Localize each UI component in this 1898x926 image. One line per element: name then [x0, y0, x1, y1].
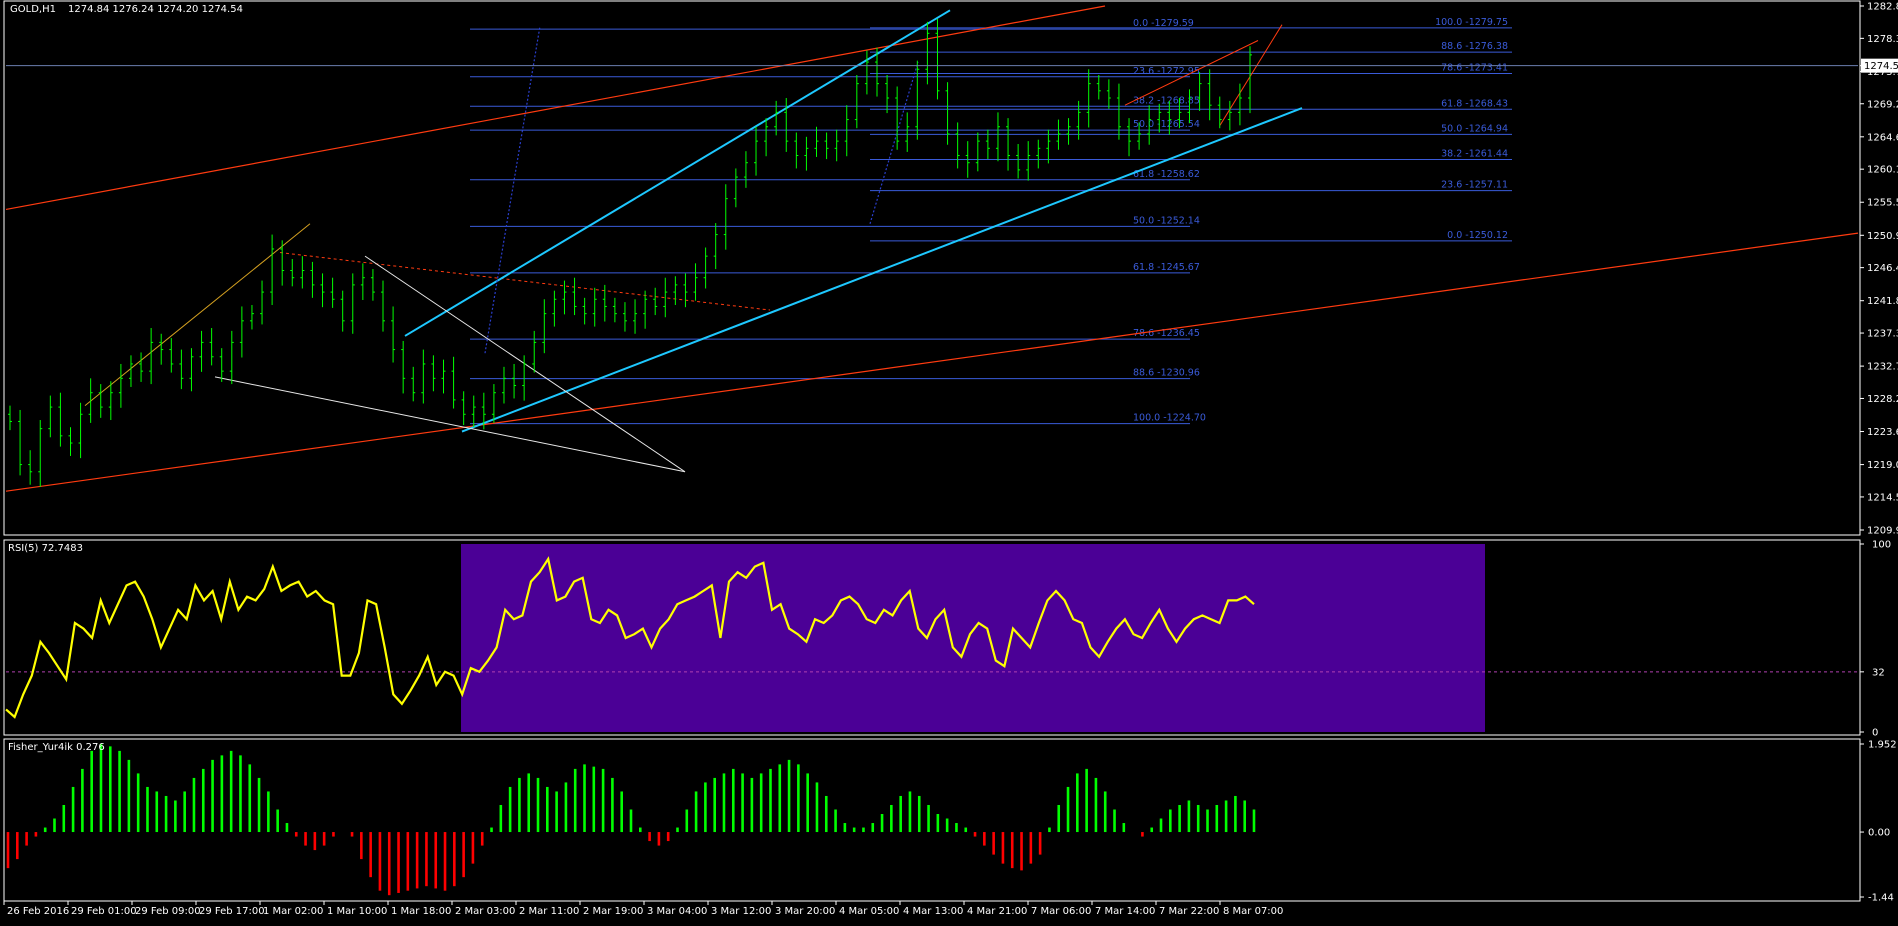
fib-level-label: 50.0 -1264.94 — [1441, 123, 1508, 134]
fib-level-label: 100.0 -1279.75 — [1435, 17, 1508, 28]
time-tick-label: 2 Mar 19:00 — [583, 906, 643, 917]
time-tick-label: 7 Mar 22:00 — [1159, 906, 1219, 917]
time-tick-label: 26 Feb 2016 — [7, 906, 69, 917]
fib-level-label: 61.8 -1258.62 — [1133, 169, 1200, 180]
price-tick-label: 1278.3 — [1867, 34, 1898, 45]
rsi-tick-label: 0 — [1872, 728, 1878, 739]
time-tick-label: 29 Feb 09:00 — [135, 906, 201, 917]
price-tick-label: 1264.6 — [1867, 132, 1898, 143]
fisher-title: Fisher_Yur4ik 0.276 — [8, 742, 105, 753]
price-tick-label: 1219.0 — [1867, 460, 1898, 471]
symbol-label: GOLD,H1 — [10, 4, 56, 15]
time-tick-label: 7 Mar 14:00 — [1095, 906, 1155, 917]
price-tick-label: 1223.6 — [1867, 427, 1898, 438]
time-tick-label: 4 Mar 13:00 — [903, 906, 963, 917]
time-tick-label: 3 Mar 20:00 — [775, 906, 835, 917]
price-tick-label: 1237.3 — [1867, 329, 1898, 340]
time-tick-label: 1 Mar 18:00 — [391, 906, 451, 917]
rsi-tick-label: 32 — [1872, 667, 1885, 678]
fisher-tick-label: 0.00 — [1868, 828, 1890, 839]
rsi-highlight-zone — [461, 544, 1485, 732]
current-price-label: 1274.5 — [1864, 61, 1898, 72]
price-tick-label: 1228.2 — [1867, 394, 1898, 405]
fisher-tick-label: -1.44 — [1868, 893, 1894, 904]
time-tick-label: 3 Mar 04:00 — [647, 906, 707, 917]
fib-level-label: 61.8 -1245.67 — [1133, 262, 1200, 273]
fib-level-label: 38.2 -1261.44 — [1441, 149, 1508, 160]
rsi-tick-label: 100 — [1872, 540, 1891, 551]
rsi-title: RSI(5) 72.7483 — [8, 543, 83, 554]
price-tick-label: 1255.5 — [1867, 198, 1898, 209]
price-tick-label: 1260.1 — [1867, 165, 1898, 176]
price-tick-label: 1250.9 — [1867, 231, 1898, 242]
fib-level-label: 0.0 -1279.59 — [1133, 18, 1194, 29]
price-tick-label: 1209.9 — [1867, 526, 1898, 537]
price-tick-label: 1269.2 — [1867, 99, 1898, 110]
price-tick-label: 1282.8 — [1867, 2, 1898, 13]
price-tick-label: 1214.5 — [1867, 492, 1898, 503]
fib-level-label: 88.6 -1230.96 — [1133, 368, 1200, 379]
ohlc-readout: 1274.84 1276.24 1274.20 1274.54 — [68, 4, 243, 15]
fib-level-label: 23.6 -1257.11 — [1441, 180, 1508, 191]
time-tick-label: 2 Mar 11:00 — [519, 906, 579, 917]
time-tick-label: 2 Mar 03:00 — [455, 906, 515, 917]
time-tick-label: 7 Mar 06:00 — [1031, 906, 1091, 917]
price-tick-label: 1232.7 — [1867, 362, 1898, 373]
fib-level-label: 78.6 -1273.41 — [1441, 62, 1508, 73]
time-tick-label: 29 Feb 01:00 — [71, 906, 137, 917]
time-tick-label: 4 Mar 21:00 — [967, 906, 1027, 917]
chart-background — [0, 0, 1898, 926]
fib-level-label: 0.0 -1250.12 — [1447, 230, 1508, 241]
time-tick-label: 4 Mar 05:00 — [839, 906, 899, 917]
fib-level-label: 23.6 -1272.95 — [1133, 66, 1200, 77]
time-tick-label: 1 Mar 10:00 — [327, 906, 387, 917]
time-tick-label: 29 Feb 17:00 — [199, 906, 265, 917]
time-tick-label: 3 Mar 12:00 — [711, 906, 771, 917]
fib-level-label: 61.8 -1268.43 — [1441, 98, 1508, 109]
fib-level-label: 50.0 -1252.14 — [1133, 215, 1200, 226]
price-tick-label: 1241.8 — [1867, 296, 1898, 307]
fib-level-label: 88.6 -1276.38 — [1441, 41, 1508, 52]
trading-chart: 100.0 -1279.75 88.6 -1276.38 78.6 -1273.41… — [0, 0, 1898, 926]
time-tick-label: 8 Mar 07:00 — [1223, 906, 1283, 917]
fisher-tick-label: 1.952 — [1868, 740, 1897, 751]
time-tick-label: 1 Mar 02:00 — [263, 906, 323, 917]
fib-level-label: 100.0 -1224.70 — [1133, 413, 1206, 424]
price-tick-label: 1246.4 — [1867, 263, 1898, 274]
